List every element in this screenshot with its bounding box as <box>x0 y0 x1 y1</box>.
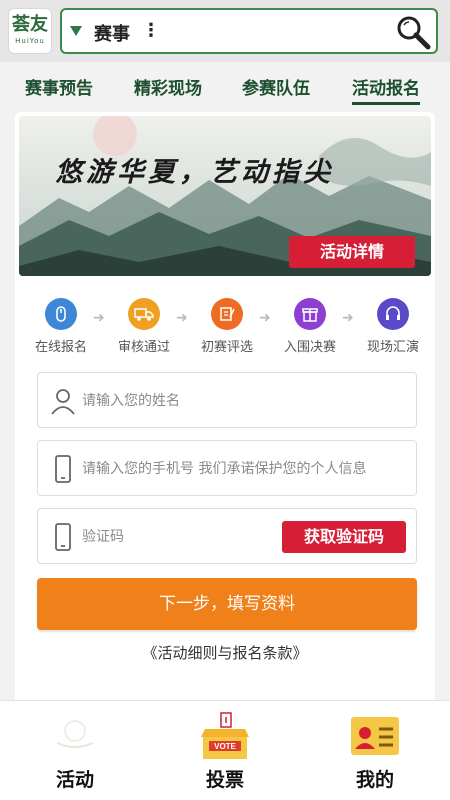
app-logo[interactable]: 荟友 HuiYou <box>8 8 52 54</box>
category-tabs: 赛事预告 精彩现场 参赛队伍 活动报名 <box>0 62 450 108</box>
step-arrow-icon: ➜ <box>176 310 188 326</box>
banner-calligraphy-title: 悠游华夏，艺动指尖 <box>55 157 334 188</box>
edit-icon <box>211 298 243 330</box>
logo-text: 荟友 <box>12 14 48 35</box>
step-label: 审核通过 <box>117 340 170 355</box>
phone-field[interactable] <box>37 440 417 496</box>
tab-registration[interactable]: 活动报名 <box>352 74 420 99</box>
tab-teams[interactable]: 参赛队伍 <box>242 74 310 99</box>
mouse-icon <box>45 298 77 330</box>
nav-label: 活动 <box>55 769 94 791</box>
dropdown-triangle-icon[interactable] <box>70 26 82 36</box>
phone-icon <box>55 523 71 551</box>
user-icon <box>51 389 75 415</box>
app-header: 荟友 HuiYou 赛事 ⋮ <box>0 0 450 62</box>
step-finalist: 入围决赛 <box>270 298 350 355</box>
step-arrow-icon: ➜ <box>259 310 271 326</box>
truck-icon <box>128 298 160 330</box>
step-preliminary: 初赛评选 <box>187 298 267 355</box>
search-bar[interactable]: 赛事 ⋮ <box>60 8 438 54</box>
step-arrow-icon: ➜ <box>342 310 354 326</box>
get-code-button[interactable]: 获取验证码 <box>282 521 406 553</box>
step-online-signup: 在线报名 <box>21 298 101 355</box>
bottom-navigation: 活动 VOTE 投票 我的 <box>0 700 450 800</box>
next-step-button[interactable]: 下一步，填写资料 <box>37 578 417 630</box>
verification-code-field[interactable]: 获取验证码 <box>37 508 417 564</box>
vote-box-icon: VOTE <box>201 712 249 759</box>
nav-label: 我的 <box>355 769 394 791</box>
name-field[interactable] <box>37 372 417 428</box>
step-label: 现场汇演 <box>366 340 419 355</box>
nav-vote[interactable]: VOTE 投票 <box>150 701 300 800</box>
active-tab-indicator <box>352 102 420 105</box>
nav-label: 投票 <box>205 769 244 791</box>
event-details-button[interactable]: 活动详情 <box>289 236 415 268</box>
verification-code-input[interactable] <box>82 517 282 557</box>
step-arrow-icon: ➜ <box>93 310 105 326</box>
registration-card: 悠游华夏，艺动指尖 活动详情 在线报名 ➜ 审核通过 ➜ 初赛评选 ➜ 入围决赛… <box>15 112 435 708</box>
logo-subtext: HuiYou <box>15 37 45 45</box>
step-review-passed: 审核通过 <box>104 298 184 355</box>
event-banner: 悠游华夏，艺动指尖 活动详情 <box>19 116 431 276</box>
step-live-show: 现场汇演 <box>353 298 433 355</box>
phone-icon <box>55 455 71 483</box>
search-category-select[interactable]: 赛事 <box>94 20 130 46</box>
nav-profile[interactable]: 我的 <box>300 701 450 800</box>
headset-icon <box>377 298 409 330</box>
phone-input[interactable] <box>82 449 402 489</box>
step-label: 初赛评选 <box>200 340 253 355</box>
vote-badge-text: VOTE <box>214 742 236 751</box>
gift-icon <box>294 298 326 330</box>
activity-icon <box>56 720 94 748</box>
profile-card-icon <box>351 717 399 755</box>
name-input[interactable] <box>82 381 402 421</box>
more-options-icon[interactable]: ⋮ <box>142 20 160 41</box>
step-label: 入围决赛 <box>283 340 336 355</box>
step-label: 在线报名 <box>34 340 87 355</box>
tab-highlights[interactable]: 精彩现场 <box>134 74 202 99</box>
search-icon[interactable] <box>394 13 432 51</box>
tab-preview[interactable]: 赛事预告 <box>25 74 93 99</box>
terms-link[interactable]: 《活动细则与报名条款》 <box>15 642 435 663</box>
nav-activity[interactable]: 活动 <box>0 701 150 800</box>
